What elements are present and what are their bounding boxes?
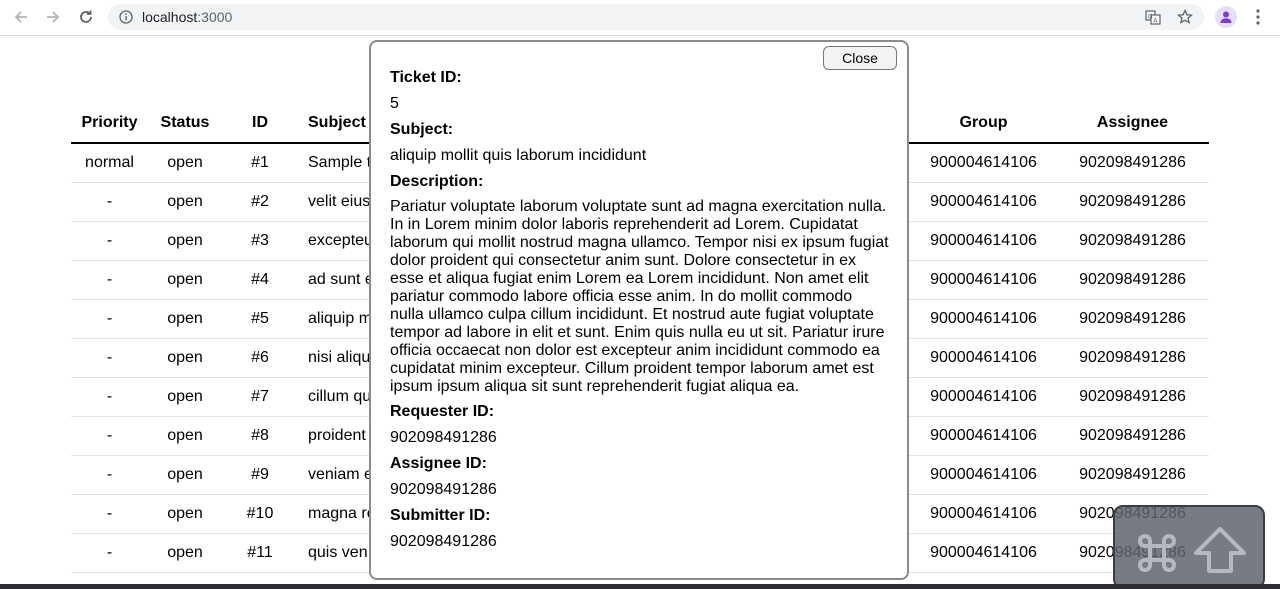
shift-key-icon	[1194, 527, 1246, 573]
cell-status: open	[148, 338, 222, 378]
ticket-id-value: 5	[390, 95, 399, 112]
address-bar[interactable]: localhost:3000 GA	[108, 4, 1204, 30]
subject-value: aliquip mollit quis laborum incididunt	[390, 147, 647, 164]
cell-group: 900004614106	[911, 533, 1056, 573]
url-host: localhost	[142, 9, 198, 25]
ticket-detail-body: Ticket ID: 5 Subject: aliquip mollit qui…	[390, 68, 890, 558]
subject-label: Subject:	[390, 121, 454, 138]
more-menu-icon[interactable]	[1252, 8, 1264, 26]
description-value: Pariatur voluptate laborum voluptate sun…	[390, 198, 889, 395]
cell-id: #8	[222, 416, 298, 456]
cell-group: 900004614106	[911, 377, 1056, 417]
cell-group: 900004614106	[911, 221, 1056, 261]
profile-avatar-icon[interactable]	[1215, 6, 1237, 28]
ticket-id-label: Ticket ID:	[390, 69, 462, 86]
cell-priority: -	[71, 260, 148, 300]
cell-priority: -	[71, 299, 148, 339]
cell-assignee: 902098491286	[1056, 299, 1209, 339]
cell-status: open	[148, 377, 222, 417]
cell-id: #9	[222, 455, 298, 495]
description-label: Description:	[390, 173, 484, 190]
info-icon[interactable]	[119, 10, 133, 24]
cell-id: #6	[222, 338, 298, 378]
cell-group: 900004614106	[911, 143, 1056, 183]
cell-id: #7	[222, 377, 298, 417]
bottom-edge-bar	[0, 584, 1280, 589]
keyboard-shortcut-overlay	[1113, 505, 1265, 589]
cell-id: #3	[222, 221, 298, 261]
cell-assignee: 902098491286	[1056, 455, 1209, 495]
cell-status: open	[148, 260, 222, 300]
cell-priority: -	[71, 221, 148, 261]
cell-id: #1	[222, 143, 298, 183]
forward-arrow-icon[interactable]	[42, 6, 64, 28]
cell-group: 900004614106	[911, 338, 1056, 378]
submitter-id-value: 902098491286	[390, 533, 497, 550]
cell-group: 900004614106	[911, 182, 1056, 222]
header-id[interactable]: ID	[222, 104, 298, 144]
cell-status: open	[148, 494, 222, 534]
cell-status: open	[148, 455, 222, 495]
cell-priority: -	[71, 377, 148, 417]
cell-assignee: 902098491286	[1056, 416, 1209, 456]
cell-priority: -	[71, 338, 148, 378]
assignee-id-value: 902098491286	[390, 481, 497, 498]
cell-assignee: 902098491286	[1056, 260, 1209, 300]
cell-priority: -	[71, 494, 148, 534]
close-button[interactable]: Close	[823, 46, 897, 70]
cell-priority: normal	[71, 143, 148, 183]
cell-assignee: 902098491286	[1056, 143, 1209, 183]
requester-id-label: Requester ID:	[390, 403, 495, 420]
header-status[interactable]: Status	[148, 104, 222, 144]
cell-priority: -	[71, 533, 148, 573]
cell-status: open	[148, 416, 222, 456]
url-port: :3000	[197, 9, 233, 25]
cell-status: open	[148, 533, 222, 573]
cell-status: open	[148, 299, 222, 339]
cell-group: 900004614106	[911, 416, 1056, 456]
cell-priority: -	[71, 455, 148, 495]
cell-id: #10	[222, 494, 298, 534]
url-text: localhost:3000	[142, 9, 232, 25]
star-icon[interactable]	[1177, 9, 1193, 25]
header-priority[interactable]: Priority	[71, 104, 148, 144]
cell-group: 900004614106	[911, 299, 1056, 339]
cell-id: #11	[222, 533, 298, 573]
cell-group: 900004614106	[911, 494, 1056, 534]
header-group[interactable]: Group	[911, 104, 1056, 144]
cell-priority: -	[71, 182, 148, 222]
requester-id-value: 902098491286	[390, 429, 497, 446]
cell-id: #5	[222, 299, 298, 339]
ticket-detail-modal: Close Ticket ID: 5 Subject: aliquip moll…	[369, 40, 909, 580]
reload-icon[interactable]	[75, 6, 97, 28]
browser-toolbar: localhost:3000 GA	[0, 0, 1280, 36]
cell-assignee: 902098491286	[1056, 221, 1209, 261]
cell-assignee: 902098491286	[1056, 338, 1209, 378]
cell-assignee: 902098491286	[1056, 377, 1209, 417]
back-arrow-icon[interactable]	[10, 6, 32, 28]
cell-assignee: 902098491286	[1056, 182, 1209, 222]
cell-group: 900004614106	[911, 260, 1056, 300]
cell-status: open	[148, 221, 222, 261]
cell-priority: -	[71, 416, 148, 456]
cell-id: #4	[222, 260, 298, 300]
translate-icon[interactable]: GA	[1145, 9, 1161, 25]
cell-status: open	[148, 182, 222, 222]
header-assignee[interactable]: Assignee	[1056, 104, 1209, 144]
cell-status: open	[148, 143, 222, 183]
submitter-id-label: Submitter ID:	[390, 507, 491, 524]
assignee-id-label: Assignee ID:	[390, 455, 487, 472]
command-key-icon	[1138, 534, 1176, 572]
cell-group: 900004614106	[911, 455, 1056, 495]
cell-id: #2	[222, 182, 298, 222]
